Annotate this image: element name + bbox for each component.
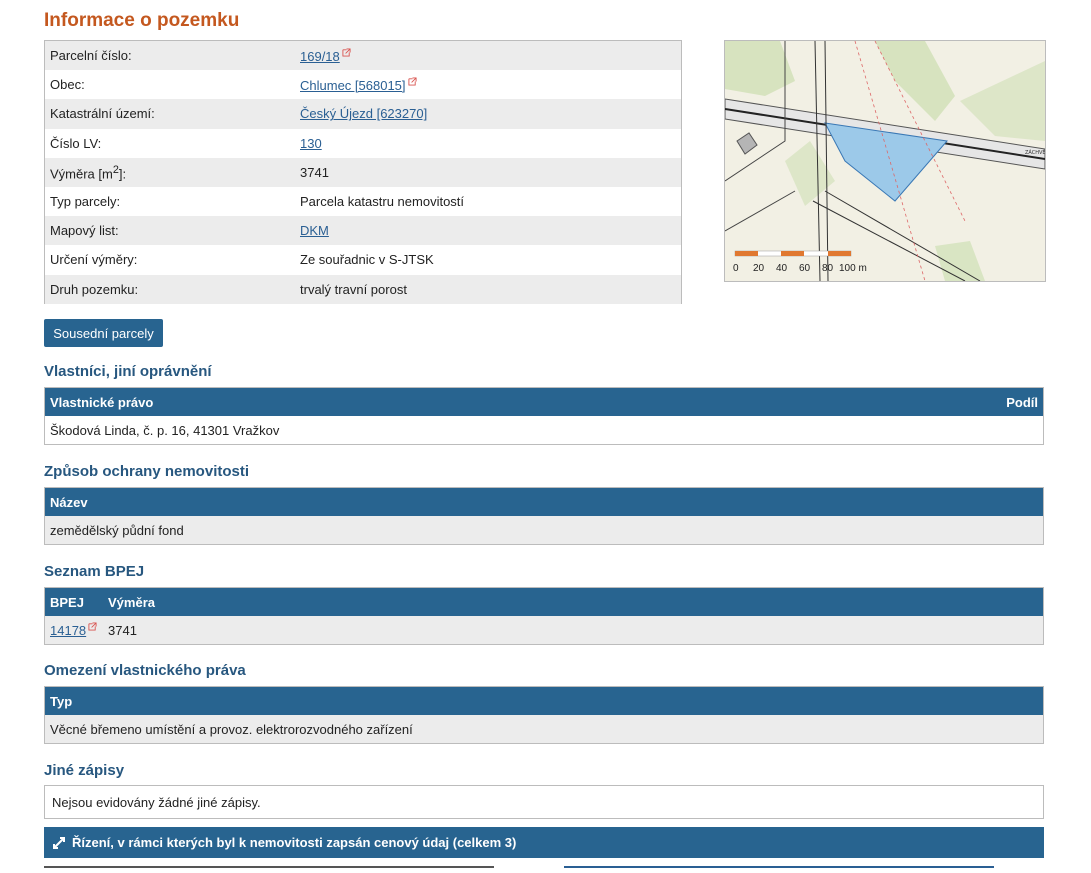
neighbors-button[interactable]: Sousední parcely xyxy=(44,319,163,347)
info-row-map-sheet: Mapový list: DKM xyxy=(45,216,681,246)
external-link-icon xyxy=(342,48,351,57)
info-row-area-determination: Určení výměry: Ze souřadnic v S-JTSK xyxy=(45,245,681,275)
info-label: Katastrální území: xyxy=(50,106,155,122)
col-type: Typ xyxy=(50,693,73,709)
info-label: Druh pozemku: xyxy=(50,281,139,297)
bpej-area: 3741 xyxy=(108,622,137,638)
info-row-municipality: Obec: Chlumec [568015] xyxy=(45,70,681,100)
bpej-heading: Seznam BPEJ xyxy=(44,563,145,580)
table-row: zemědělský půdní fond xyxy=(45,516,1043,544)
truncated-text-line xyxy=(44,866,1044,873)
table-row: 14178 3741 xyxy=(45,616,1043,644)
svg-text:20: 20 xyxy=(753,263,765,274)
table-row: Věcné břemeno umístění a provoz. elektro… xyxy=(45,715,1043,743)
proceedings-title: Řízení, v rámci kterých byl k nemovitost… xyxy=(72,835,517,850)
map-canvas: ZÁCHVĚT 0 20 40 60 80 100 m xyxy=(725,41,1045,281)
bpej-table: BPEJ Výměra 14178 3741 xyxy=(44,587,1044,645)
bpej-code-link[interactable]: 14178 xyxy=(50,623,86,638)
other-records-heading: Jiné zápisy xyxy=(44,762,125,779)
owner-name: Škodová Linda, č. p. 16, 41301 Vražkov xyxy=(50,422,280,438)
parcel-map[interactable]: ZÁCHVĚT 0 20 40 60 80 100 m xyxy=(724,40,1046,282)
svg-text:80: 80 xyxy=(822,263,834,274)
col-name: Název xyxy=(50,494,88,510)
expand-arrows-icon xyxy=(53,836,65,849)
parcel-type-value: Parcela katastru nemovitostí xyxy=(300,194,465,210)
svg-text:100 m: 100 m xyxy=(839,263,867,274)
svg-text:40: 40 xyxy=(776,263,788,274)
other-records-box: Nejsou evidovány žádné jiné zápisy. xyxy=(44,785,1044,819)
area-value: 3741 xyxy=(300,164,329,180)
proceedings-panel-header[interactable]: Řízení, v rámci kterých byl k nemovitost… xyxy=(44,827,1044,858)
owners-table-header: Vlastnické právo Podíl xyxy=(45,388,1043,416)
info-label: Typ parcely: xyxy=(50,194,121,210)
info-label: Určení výměry: xyxy=(50,252,138,268)
bpej-table-header: BPEJ Výměra xyxy=(45,588,1043,616)
info-label: Obec: xyxy=(50,77,85,93)
cadastral-area-link[interactable]: Český Újezd [623270] xyxy=(300,106,427,121)
info-label: Mapový list: xyxy=(50,223,119,239)
svg-text:0: 0 xyxy=(733,263,739,274)
external-link-icon xyxy=(407,77,417,86)
info-row-land-type: Druh pozemku: trvalý travní porost xyxy=(45,274,681,304)
protection-table-header: Název xyxy=(45,488,1043,516)
col-ownership-right: Vlastnické právo xyxy=(50,394,154,410)
other-records-text: Nejsou evidovány žádné jiné zápisy. xyxy=(52,794,261,810)
info-row-parcel-type: Typ parcely: Parcela katastru nemovitost… xyxy=(45,186,681,217)
municipality-link[interactable]: Chlumec [568015] xyxy=(300,78,406,93)
lv-number-link[interactable]: 130 xyxy=(300,136,322,151)
page-title: Informace o pozemku xyxy=(44,10,240,31)
road-label: ZÁCHVĚT xyxy=(1025,148,1045,156)
info-label: Číslo LV: xyxy=(50,135,102,151)
map-scale-bar: 0 20 40 60 80 100 m xyxy=(733,250,867,274)
restriction-value: Věcné břemeno umístění a provoz. elektro… xyxy=(50,721,413,737)
owners-table: Vlastnické právo Podíl Škodová Linda, č.… xyxy=(44,387,1044,445)
owners-heading: Vlastníci, jiní oprávnění xyxy=(44,363,212,380)
info-row-lv-number: Číslo LV: 130 xyxy=(45,128,681,158)
info-row-parcel-number: Parcelní číslo: 169/18 xyxy=(45,41,681,71)
external-link-icon xyxy=(88,622,97,631)
info-row-area: Výměra [m2]: 3741 xyxy=(45,157,681,187)
col-area: Výměra xyxy=(108,594,155,610)
area-determination-value: Ze souřadnic v S-JTSK xyxy=(300,252,434,268)
table-row: Škodová Linda, č. p. 16, 41301 Vražkov xyxy=(45,416,1043,444)
svg-text:60: 60 xyxy=(799,263,811,274)
info-label: Parcelní číslo: xyxy=(50,48,132,64)
parcel-info-table: Parcelní číslo: 169/18 Obec: Chlumec [56… xyxy=(44,40,682,304)
map-sheet-link[interactable]: DKM xyxy=(300,223,329,238)
protection-value: zemědělský půdní fond xyxy=(50,522,184,538)
col-share: Podíl xyxy=(1006,394,1038,410)
parcel-number-link[interactable]: 169/18 xyxy=(300,49,340,64)
land-type-value: trvalý travní porost xyxy=(300,281,407,297)
info-label: Výměra [m2]: xyxy=(50,163,127,181)
restrictions-table: Typ Věcné břemeno umístění a provoz. ele… xyxy=(44,686,1044,744)
col-bpej: BPEJ xyxy=(50,594,84,610)
restrictions-table-header: Typ xyxy=(45,687,1043,715)
protection-heading: Způsob ochrany nemovitosti xyxy=(44,463,250,480)
restrictions-heading: Omezení vlastnického práva xyxy=(44,662,246,679)
info-row-cadastral-area: Katastrální území: Český Újezd [623270] xyxy=(45,99,681,129)
protection-table: Název zemědělský půdní fond xyxy=(44,487,1044,545)
